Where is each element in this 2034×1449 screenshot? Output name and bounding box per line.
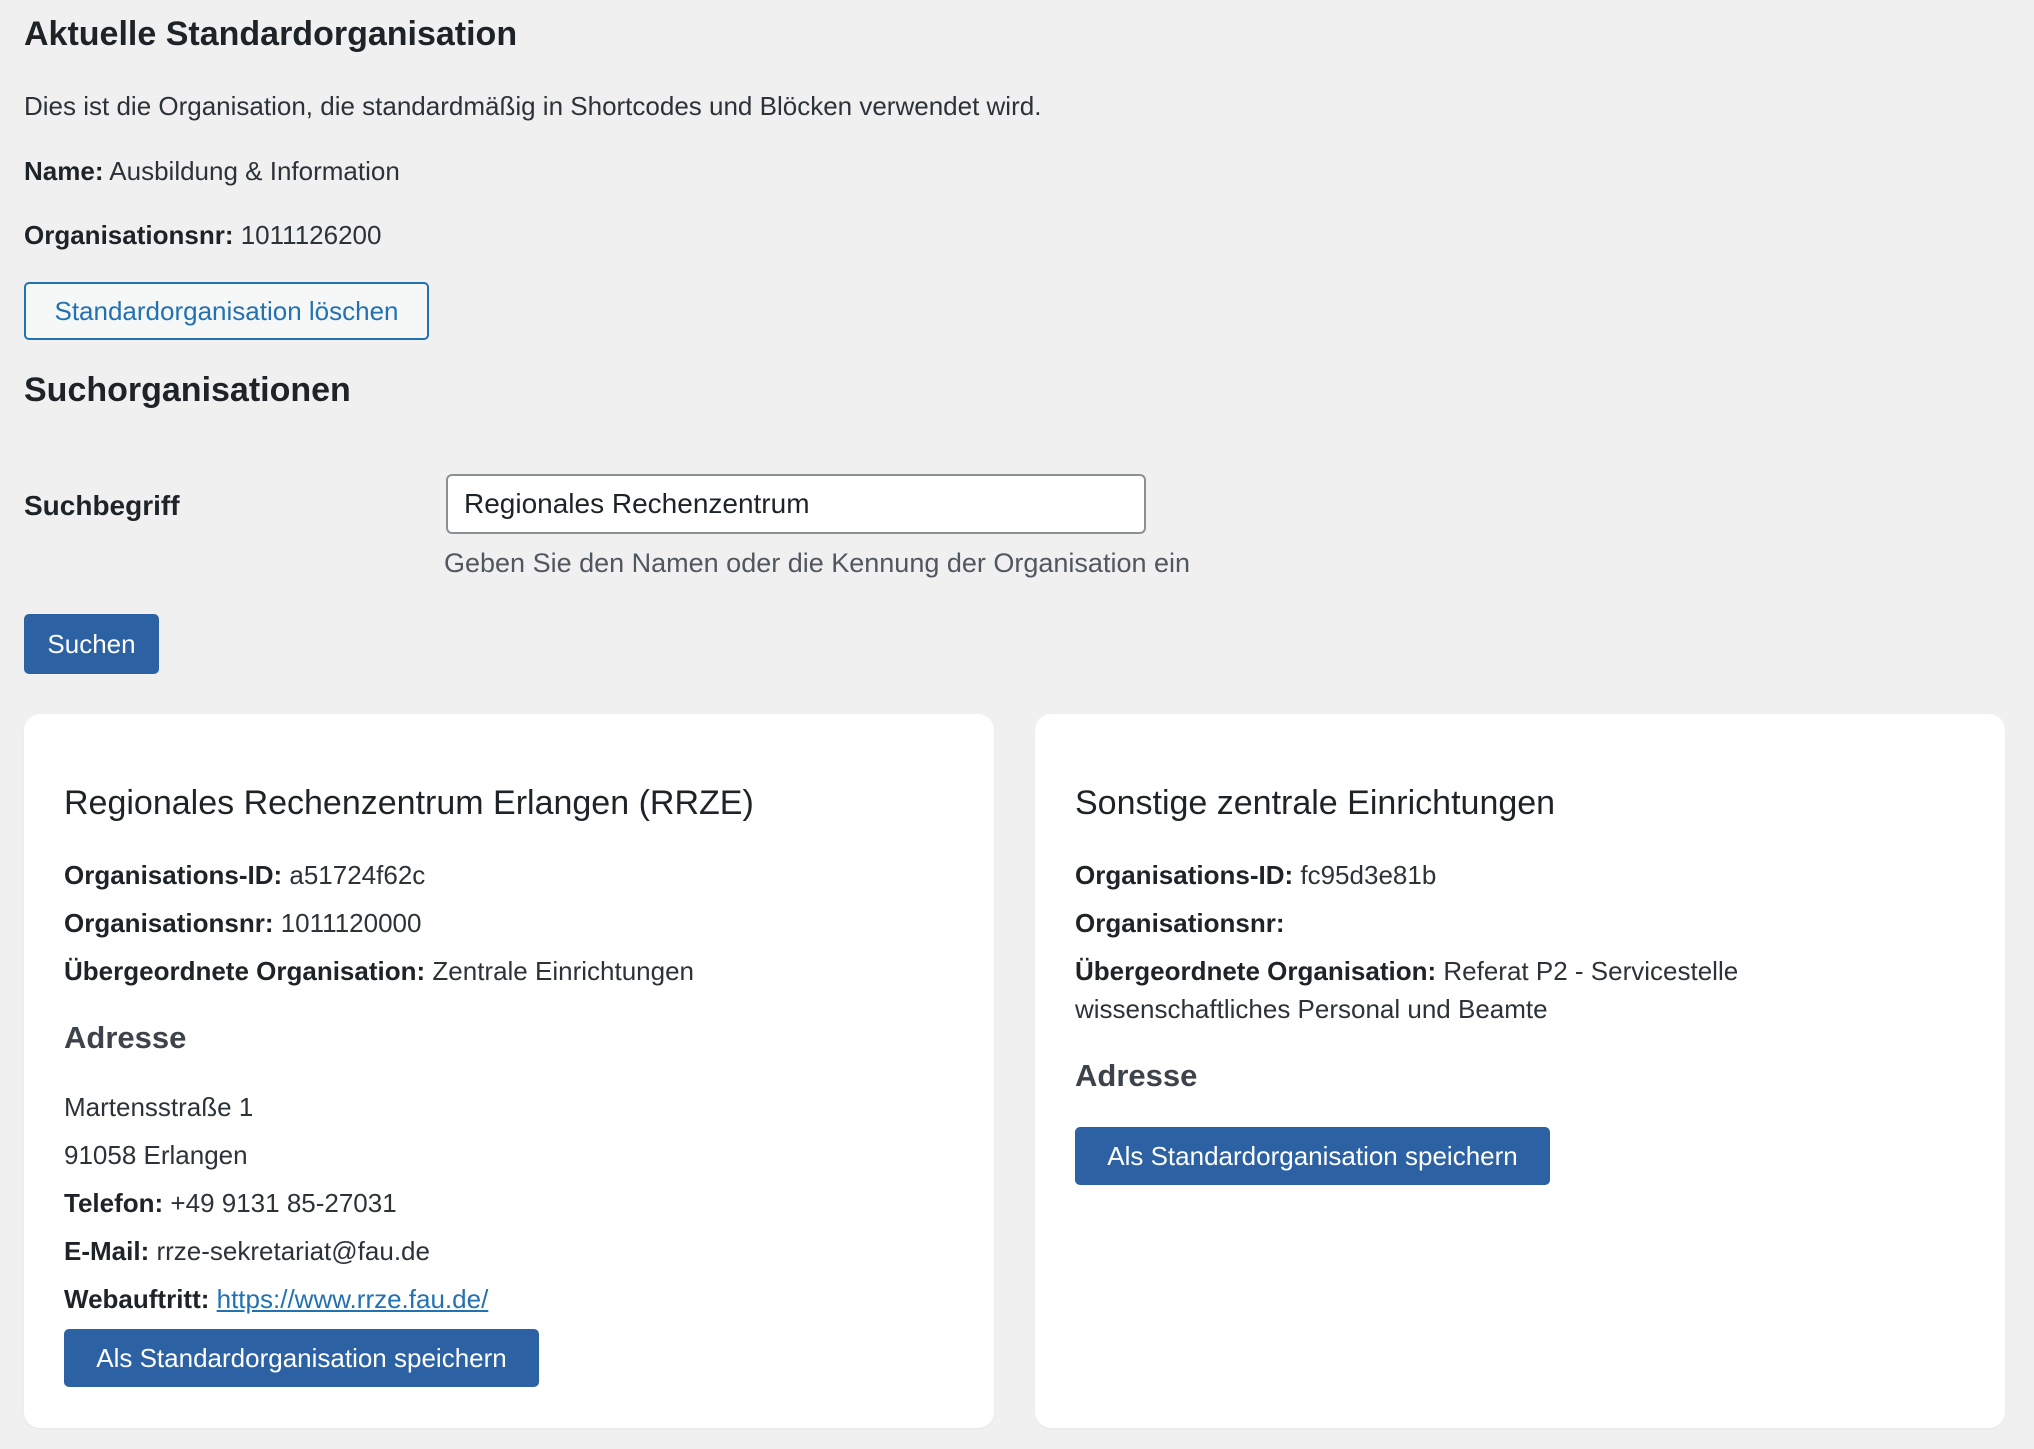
name-label: Name:: [24, 156, 104, 186]
phone-label: Telefon:: [64, 1188, 164, 1218]
address-street: Martensstraße 1: [64, 1092, 254, 1122]
address-city: 91058 Erlangen: [64, 1140, 248, 1170]
search-button[interactable]: Suchen: [24, 614, 159, 674]
current-org-heading: Aktuelle Standardorganisation: [24, 15, 518, 53]
parent-org-value: Zentrale Einrichtungen: [432, 956, 694, 986]
org-number-row: Organisationsnr:: [1075, 904, 1284, 942]
delete-default-org-button[interactable]: Standardorganisation löschen: [24, 282, 429, 340]
org-number-row: Organisationsnr: 1011120000: [64, 904, 421, 942]
search-input[interactable]: [446, 474, 1146, 534]
org-id-value: fc95d3e81b: [1300, 860, 1437, 890]
parent-org-row: Übergeordnete Organisation: Zentrale Ein…: [64, 952, 694, 990]
result-card: Regionales Rechenzentrum Erlangen (RRZE)…: [24, 714, 994, 1428]
website-label: Webauftritt:: [64, 1284, 210, 1314]
phone-value: +49 9131 85-27031: [170, 1188, 397, 1218]
name-value: Ausbildung & Information: [109, 156, 400, 186]
card-title: Sonstige zentrale Einrichtungen: [1075, 784, 1556, 822]
org-number-label: Organisationsnr:: [64, 908, 274, 938]
orgnr-label: Organisationsnr:: [24, 220, 234, 250]
org-number-label: Organisationsnr:: [1075, 908, 1285, 938]
search-help-text: Geben Sie den Namen oder die Kennung der…: [444, 548, 1191, 578]
org-id-label: Organisations-ID:: [64, 860, 283, 890]
address-heading: Adresse: [64, 1020, 187, 1055]
parent-org-value-line2: wissenschaftliches Personal und Beamte: [1075, 994, 1548, 1024]
parent-org-label: Übergeordnete Organisation:: [1075, 956, 1437, 986]
save-as-default-button[interactable]: Als Standardorganisation speichern: [1075, 1127, 1550, 1185]
org-id-label: Organisations-ID:: [1075, 860, 1294, 890]
save-as-default-button[interactable]: Als Standardorganisation speichern: [64, 1329, 539, 1387]
email-label: E-Mail:: [64, 1236, 150, 1266]
current-org-name: Name: Ausbildung & Information: [24, 155, 400, 189]
current-org-description: Dies ist die Organisation, die standardm…: [24, 91, 1042, 121]
parent-org-label: Übergeordnete Organisation:: [64, 956, 426, 986]
parent-org-row: Übergeordnete Organisation: Referat P2 -…: [1075, 952, 1738, 990]
search-org-heading: Suchorganisationen: [24, 371, 351, 409]
card-title: Regionales Rechenzentrum Erlangen (RRZE): [64, 784, 754, 822]
current-org-number: Organisationsnr: 1011126200: [24, 219, 381, 253]
org-number-value: 1011120000: [280, 908, 422, 938]
parent-org-value: Referat P2 - Servicestelle: [1443, 956, 1739, 986]
org-id-value: a51724f62c: [289, 860, 426, 890]
orgnr-value: 1011126200: [240, 220, 382, 250]
phone-row: Telefon: +49 9131 85-27031: [64, 1184, 397, 1222]
address-heading: Adresse: [1075, 1058, 1198, 1093]
email-value: rrze-sekretariat@fau.de: [156, 1236, 430, 1266]
org-id-row: Organisations-ID: fc95d3e81b: [1075, 856, 1436, 894]
search-term-label: Suchbegriff: [24, 490, 180, 521]
org-id-row: Organisations-ID: a51724f62c: [64, 856, 425, 894]
email-row: E-Mail: rrze-sekretariat@fau.de: [64, 1232, 430, 1270]
website-row: Webauftritt: https://www.rrze.fau.de/: [64, 1280, 488, 1318]
result-card: Sonstige zentrale Einrichtungen Organisa…: [1035, 714, 2005, 1428]
website-link[interactable]: https://www.rrze.fau.de/: [217, 1284, 489, 1314]
